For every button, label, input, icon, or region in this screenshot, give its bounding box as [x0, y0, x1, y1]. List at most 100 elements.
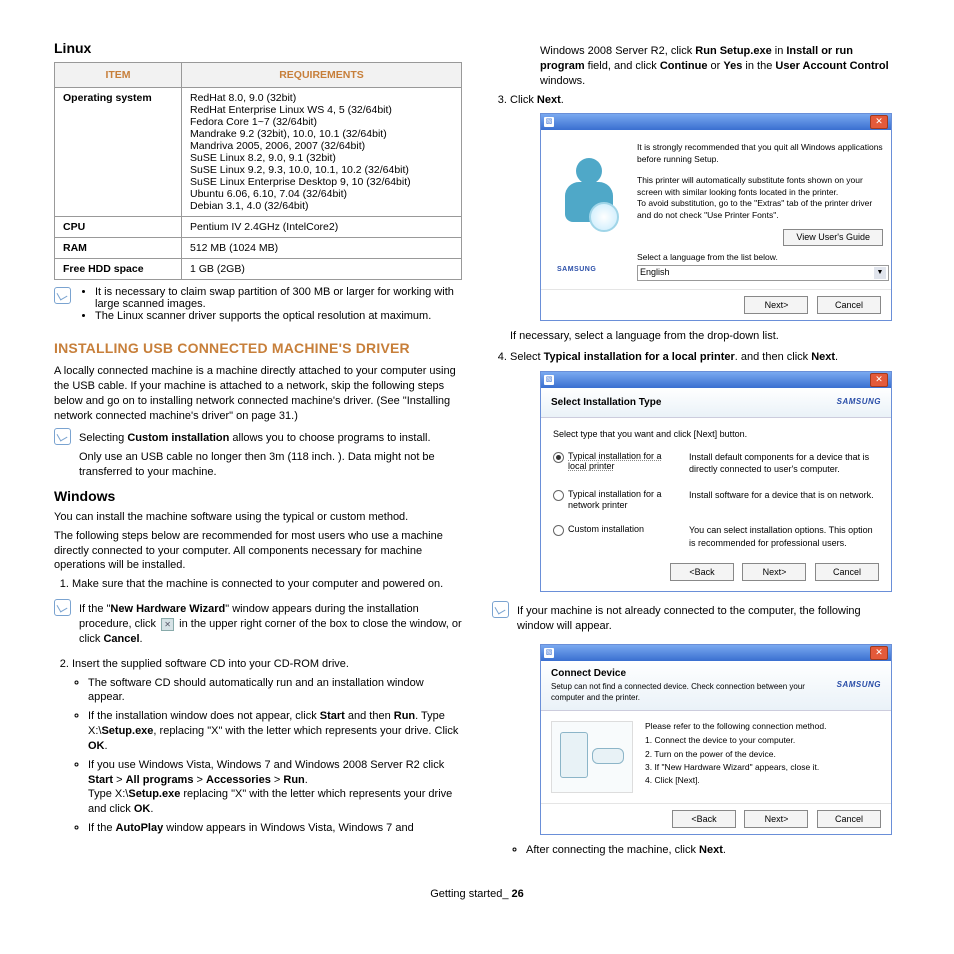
text: > [271, 774, 284, 786]
linux-heading: Linux [54, 40, 462, 56]
bold-text: Yes [723, 60, 742, 72]
text: If the " [79, 603, 110, 615]
d3-step: 1. Connect the device to your computer. [645, 735, 881, 746]
step-item: Select Typical installation for a local … [510, 350, 900, 858]
bold-text: Setup.exe [101, 725, 153, 737]
back-button[interactable]: <Back [672, 810, 736, 828]
bold-text: Continue [660, 60, 708, 72]
radio-desc: Install software for a device that is on… [689, 489, 879, 501]
os-value: RedHat 8.0, 9.0 (32bit) RedHat Enterpris… [182, 88, 462, 217]
radio-label: Typical installation for a local printer [568, 451, 673, 473]
table-header-item: ITEM [55, 63, 182, 88]
text: . [150, 803, 153, 815]
dialog-titlebar: ▧ ✕ [541, 645, 891, 661]
note-icon [54, 287, 71, 304]
text: . [723, 844, 726, 856]
language-dialog: ▧ ✕ SAMSUNG [540, 113, 892, 321]
bold-text: Accessories [206, 774, 271, 786]
bold-text: Run Setup.exe [695, 45, 771, 57]
step-item: Click Next. ▧ ✕ [510, 93, 900, 345]
radio-icon [553, 490, 564, 501]
samsung-logo: SAMSUNG [837, 680, 881, 691]
text: or [708, 60, 724, 72]
note-icon [54, 599, 71, 616]
radio-icon [553, 452, 564, 463]
bold-text: Run [283, 774, 304, 786]
text: , replacing "X" with the letter which re… [153, 725, 458, 737]
os-label: Operating system [55, 88, 182, 217]
text: field, and click [585, 60, 660, 72]
lead-text: Please refer to the following connection… [645, 721, 881, 732]
radio-option-custom[interactable]: Custom installation You can select insta… [553, 524, 879, 548]
dialog-content: It is strongly recommended that you quit… [637, 138, 883, 281]
footer-text: Getting started_ [430, 888, 511, 900]
note-block: Selecting Custom installation allows you… [54, 427, 462, 484]
text: Only use an USB cable no longer then 3m … [79, 450, 462, 480]
text: . [105, 740, 108, 752]
text: allows you to choose programs to install… [229, 432, 430, 444]
windows-paragraph: The following steps below are recommende… [54, 529, 462, 574]
text: . [305, 774, 308, 786]
text: and then [345, 710, 394, 722]
table-row: CPU Pentium IV 2.4GHz (IntelCore2) [55, 217, 462, 238]
bold-text: OK [134, 803, 151, 815]
steps-list: Make sure that the machine is connected … [54, 577, 462, 836]
ram-value: 512 MB (1024 MB) [182, 238, 462, 259]
view-guide-button[interactable]: View User's Guide [783, 229, 883, 246]
note-body: If the "New Hardware Wizard" window appe… [79, 598, 462, 651]
table-row: Free HDD space 1 GB (2GB) [55, 259, 462, 280]
bold-text: OK [88, 740, 105, 752]
next-button[interactable]: Next> [742, 563, 806, 581]
text: window appears in Windows Vista, Windows… [163, 822, 413, 834]
table-row: Operating system RedHat 8.0, 9.0 (32bit)… [55, 88, 462, 217]
step-text: Make sure that the machine is connected … [72, 578, 443, 590]
language-select[interactable]: English ▼ [637, 265, 889, 281]
right-column: Windows 2008 Server R2, click Run Setup.… [492, 40, 900, 864]
radio-option-local[interactable]: Typical installation for a local printer… [553, 451, 879, 475]
installing-heading: INSTALLING USB CONNECTED MACHINE'S DRIVE… [54, 340, 462, 356]
bold-text: Typical installation for a local printer [544, 351, 735, 363]
language-value: English [640, 267, 670, 278]
note-block: If your machine is not already connected… [492, 600, 900, 638]
dialog-content: Please refer to the following connection… [645, 721, 881, 793]
close-button[interactable]: ✕ [870, 373, 888, 387]
sub-bullet: If the AutoPlay window appears in Window… [88, 821, 462, 836]
chevron-down-icon: ▼ [874, 267, 886, 279]
text: Windows 2008 Server R2, click [540, 45, 695, 57]
bold-text: Custom installation [127, 432, 229, 444]
windows-paragraph: You can install the machine software usi… [54, 510, 462, 525]
table-header-req: REQUIREMENTS [182, 63, 462, 88]
after-d3-list: After connecting the machine, click Next… [510, 843, 900, 858]
cancel-button[interactable]: Cancel [817, 296, 881, 314]
cancel-button[interactable]: Cancel [817, 810, 881, 828]
note-body: It is necessary to claim swap partition … [79, 286, 462, 322]
text: If the installation window does not appe… [88, 710, 320, 722]
cancel-button[interactable]: Cancel [815, 563, 879, 581]
next-button[interactable]: Next> [744, 296, 808, 314]
user-graphic: SAMSUNG [549, 138, 629, 278]
radio-desc: Install default components for a device … [689, 451, 879, 475]
text: . [561, 94, 564, 106]
text: Type X:\ [88, 788, 128, 800]
close-button[interactable]: ✕ [870, 115, 888, 129]
dialog-subtitle: Setup can not find a connected device. C… [551, 682, 837, 704]
hdd-label: Free HDD space [55, 259, 182, 280]
app-icon: ▧ [544, 117, 554, 127]
radio-desc: You can select installation options. Thi… [689, 524, 879, 548]
text: . [835, 351, 838, 363]
text: . [140, 633, 143, 645]
connect-device-dialog: ▧ ✕ Connect Device Setup can not find a … [540, 644, 892, 835]
lang-prompt: Select a language from the list below. [637, 252, 883, 263]
note-bullet: The Linux scanner driver supports the op… [95, 310, 462, 322]
note-icon [54, 428, 71, 445]
back-button[interactable]: <Back [670, 563, 734, 581]
radio-option-network[interactable]: Typical installation for a network print… [553, 489, 879, 511]
text: in the [742, 60, 775, 72]
bold-text: Setup.exe [128, 788, 180, 800]
dialog-text: To avoid substitution, go to the "Extras… [637, 198, 872, 219]
radio-label: Typical installation for a network print… [568, 489, 673, 511]
close-button[interactable]: ✕ [870, 646, 888, 660]
next-button[interactable]: Next> [744, 810, 808, 828]
samsung-logo: SAMSUNG [557, 265, 596, 274]
dialog-titlebar: ▧ ✕ [541, 114, 891, 130]
